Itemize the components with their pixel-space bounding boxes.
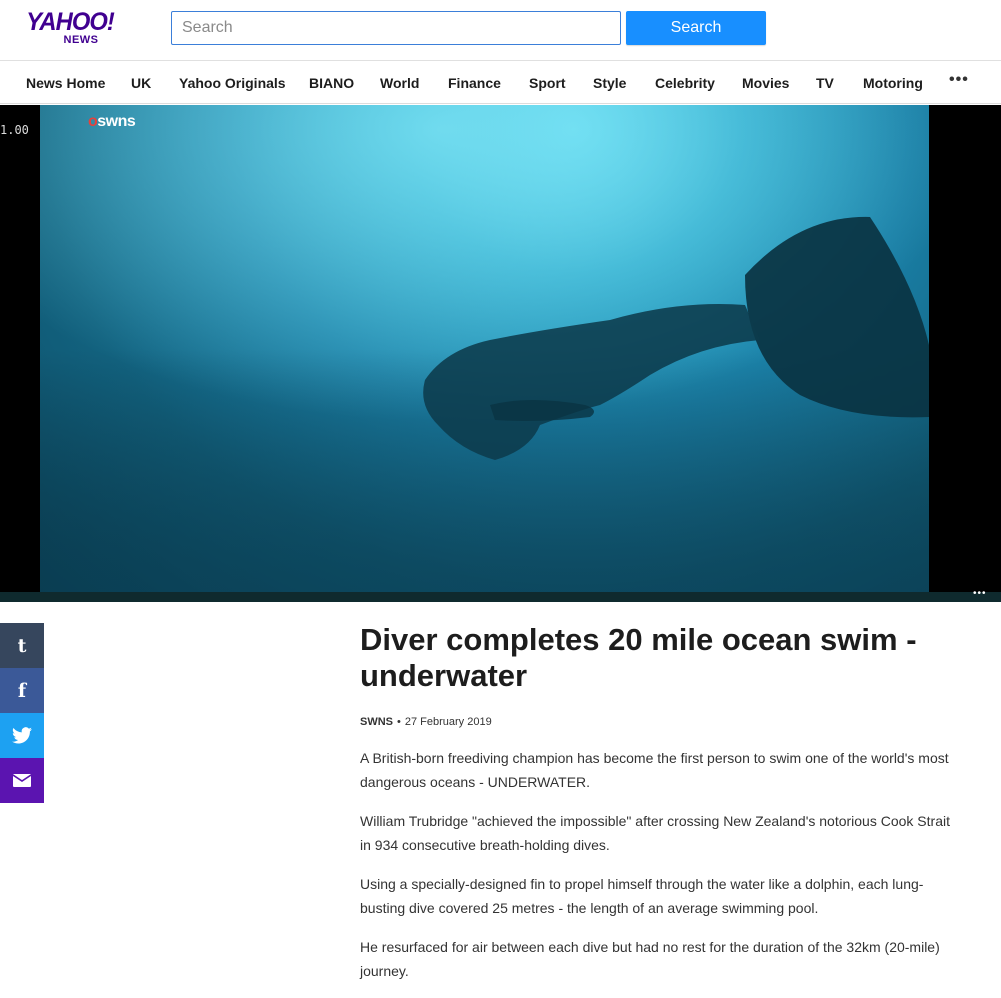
nav-item-tv[interactable]: TV [816,75,834,91]
underwater-diver-image [40,105,929,592]
nav-item-sport[interactable]: Sport [529,75,566,91]
video-frame[interactable]: oswns [40,105,929,592]
more-menu-icon[interactable]: ••• [949,71,969,89]
watermark-text: swns [97,113,136,130]
nav-item-style[interactable]: Style [593,75,626,91]
article-paragraph: Using a specially-designed fin to propel… [360,876,924,916]
twitter-icon [12,727,32,744]
article-byline: SWNS • 27 February 2019 [360,716,950,728]
tumblr-icon: t [17,634,27,657]
article-paragraph: He resurfaced for air between each dive … [360,939,940,979]
site-header: YAHOO! NEWS Search [0,0,1001,60]
email-icon [13,774,31,787]
search-button[interactable]: Search [626,11,766,45]
article-source[interactable]: SWNS [360,716,393,728]
nav-item-news-home[interactable]: News Home [26,75,105,91]
main-nav: News Home UK Yahoo Originals BIANO World… [0,60,1001,104]
nav-item-uk[interactable]: UK [131,75,151,91]
video-timecode: 1.00 [0,123,29,137]
article: Diver completes 20 mile ocean swim - und… [360,622,950,998]
article-headline: Diver completes 20 mile ocean swim - und… [360,622,917,693]
nav-item-world[interactable]: World [380,75,419,91]
nav-item-yahoo-originals[interactable]: Yahoo Originals [179,75,286,91]
share-bar: t f [0,623,44,803]
byline-separator: • [397,716,401,728]
watermark-dot: o [88,113,98,130]
yahoo-news-logo[interactable]: YAHOO! NEWS [24,8,116,46]
logo-wordmark: YAHOO! [26,8,114,36]
video-player[interactable]: 1.00 oswns ••• [0,105,1001,602]
swns-watermark: oswns [88,113,136,131]
video-menu-icon[interactable]: ••• [973,588,987,599]
article-date: 27 February 2019 [404,716,492,728]
twitter-share-button[interactable] [0,713,44,758]
video-progress-bar[interactable] [0,592,1001,602]
nav-item-movies[interactable]: Movies [742,75,789,91]
tumblr-share-button[interactable]: t [0,623,44,668]
facebook-icon: f [17,679,27,702]
article-body: A British-born freediving champion has b… [360,746,950,983]
facebook-share-button[interactable]: f [0,668,44,713]
search-input[interactable] [171,11,621,45]
logo-subtitle: NEWS [63,34,99,46]
email-share-button[interactable] [0,758,44,803]
nav-item-celebrity[interactable]: Celebrity [655,75,715,91]
nav-item-biano[interactable]: BIANO [309,75,354,91]
nav-item-finance[interactable]: Finance [448,75,501,91]
article-paragraph: A British-born freediving champion has b… [360,750,949,790]
article-paragraph: William Trubridge "achieved the impossib… [360,813,950,853]
nav-item-motoring[interactable]: Motoring [863,75,923,91]
